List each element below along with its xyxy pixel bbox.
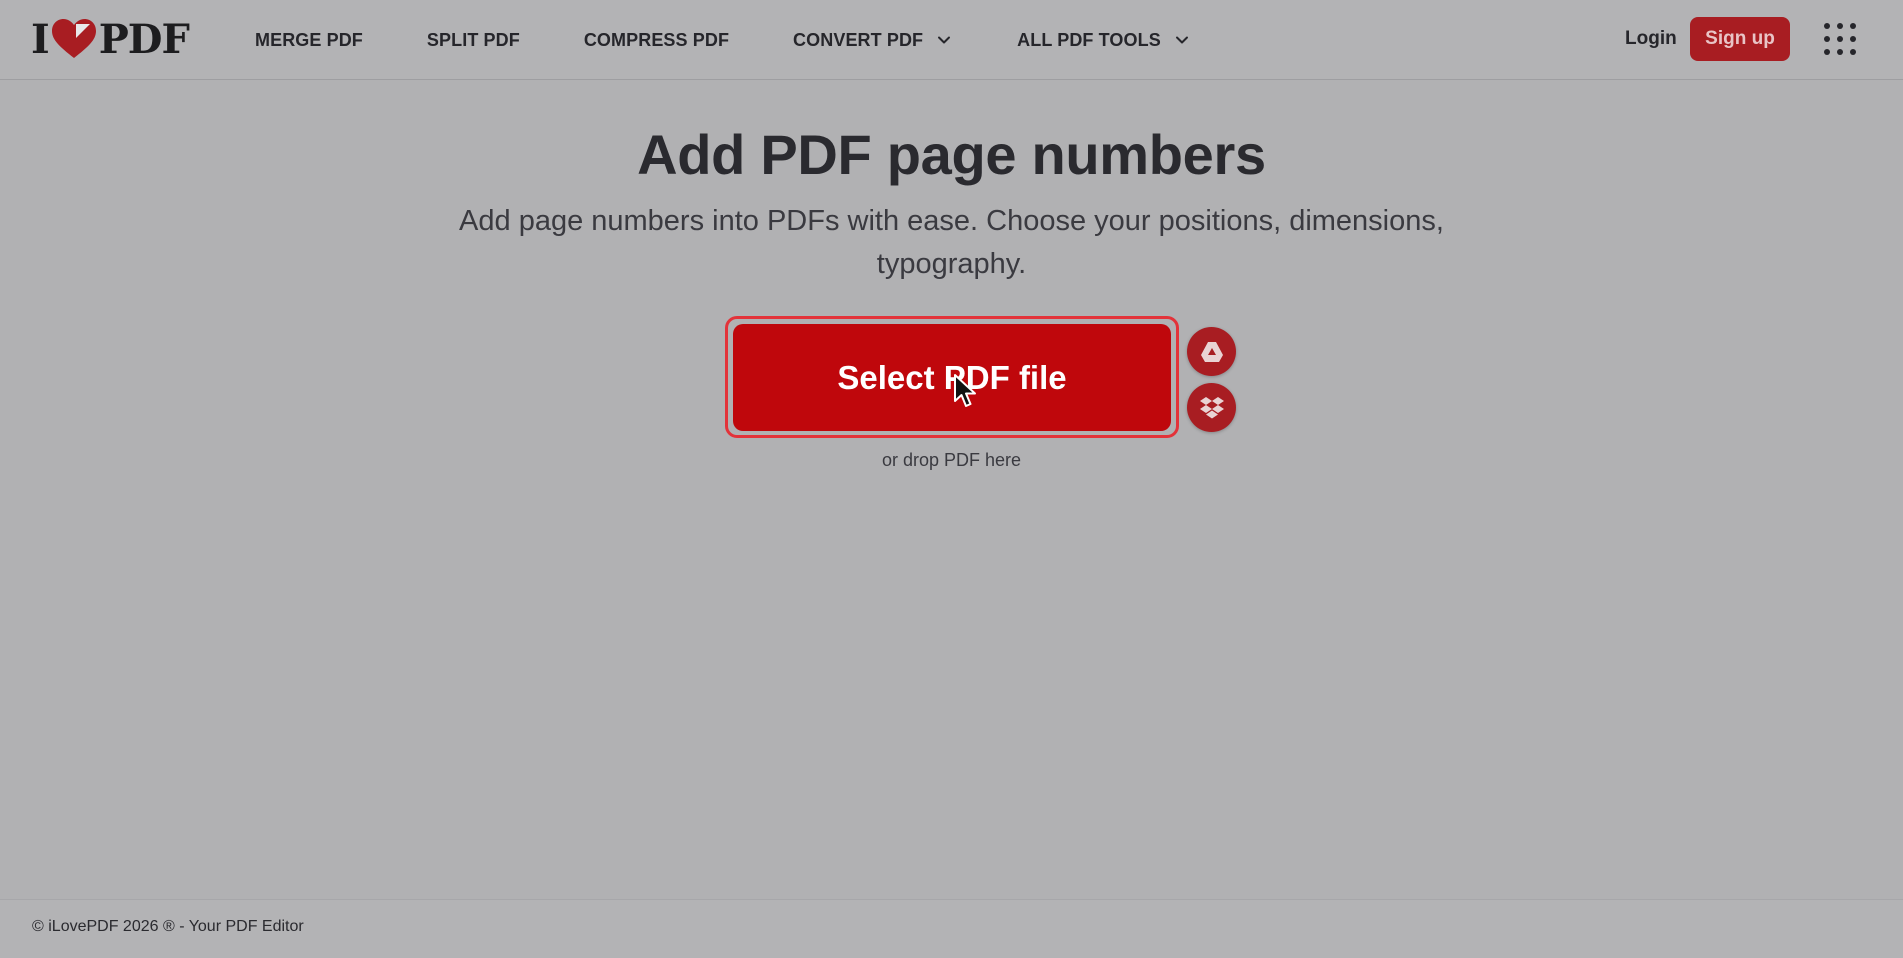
page-title: Add PDF page numbers xyxy=(637,123,1266,186)
signup-button[interactable]: Sign up xyxy=(1690,17,1790,61)
chevron-down-icon xyxy=(938,36,951,44)
ilovepdf-logo[interactable]: I PDF xyxy=(31,15,190,63)
nav-all-pdf-tools[interactable]: ALL PDF TOOLS xyxy=(1017,30,1189,51)
dropbox-button[interactable] xyxy=(1187,383,1236,432)
nav-merge-pdf[interactable]: MERGE PDF xyxy=(255,30,363,51)
page-footer: © iLovePDF 2026 ® - Your PDF Editor xyxy=(0,899,1903,958)
chevron-down-icon xyxy=(1175,36,1188,44)
select-pdf-file-button[interactable]: Select PDF file xyxy=(733,324,1171,431)
heart-logo-icon xyxy=(51,19,96,58)
nav-label: MERGE PDF xyxy=(255,29,363,50)
main-nav: MERGE PDF SPLIT PDF COMPRESS PDF CONVERT… xyxy=(255,0,1189,80)
logo-letter-i: I xyxy=(31,15,50,63)
top-header: I PDF MERGE PDF SPLIT PDF COMPRESS PDF C… xyxy=(0,0,1903,80)
google-drive-button[interactable] xyxy=(1187,327,1236,376)
drop-pdf-hint: or drop PDF here xyxy=(881,450,1022,470)
nav-split-pdf[interactable]: SPLIT PDF xyxy=(427,30,520,51)
nav-compress-pdf[interactable]: COMPRESS PDF xyxy=(584,30,729,51)
nav-label: COMPRESS PDF xyxy=(583,29,730,50)
logo-word-pdf: PDF xyxy=(98,15,190,63)
page-subtitle: Add page numbers into PDFs with ease. Ch… xyxy=(459,205,1444,280)
footer-copyright: © iLovePDF 2026 ® - Your PDF Editor xyxy=(32,918,304,935)
nav-label: CONVERT PDF xyxy=(793,29,924,50)
nav-convert-pdf[interactable]: CONVERT PDF xyxy=(793,30,951,51)
login-link[interactable]: Login xyxy=(1625,28,1677,50)
nav-label: SPLIT PDF xyxy=(426,29,520,50)
apps-grid-icon[interactable] xyxy=(1823,22,1857,56)
google-drive-icon xyxy=(1200,341,1223,362)
nav-label: ALL PDF TOOLS xyxy=(1017,29,1161,50)
dropbox-icon xyxy=(1199,396,1224,418)
